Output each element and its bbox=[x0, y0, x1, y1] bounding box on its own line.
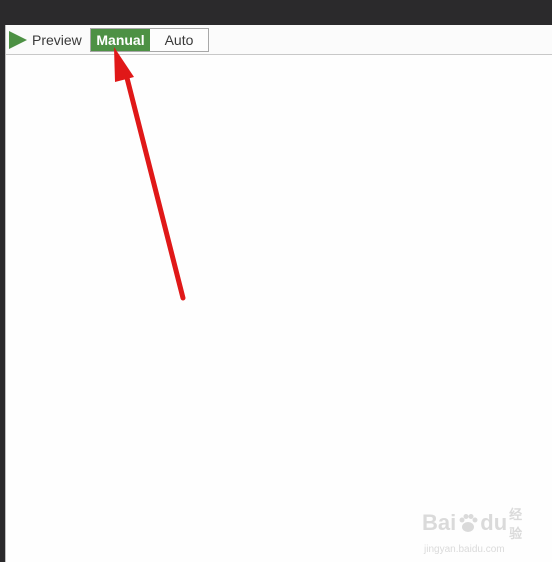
preview-panel: Preview Manual Auto bbox=[5, 25, 552, 562]
paw-icon bbox=[457, 512, 479, 534]
watermark-url: jingyan.baidu.com bbox=[424, 544, 505, 555]
auto-mode-button[interactable]: Auto bbox=[150, 29, 208, 51]
watermark: Bai du 经验 jingyan.baidu.com bbox=[422, 504, 526, 555]
mode-toggle: Manual Auto bbox=[90, 28, 209, 52]
toolbar: Preview Manual Auto bbox=[6, 25, 552, 55]
manual-mode-button[interactable]: Manual bbox=[91, 29, 150, 51]
watermark-brand-suffix: du bbox=[480, 510, 508, 535]
preview-button[interactable]: Preview bbox=[8, 29, 82, 51]
play-icon bbox=[8, 30, 28, 50]
title-bar bbox=[0, 0, 552, 25]
watermark-logo: Bai du 经验 bbox=[422, 504, 526, 542]
watermark-cn: 经验 bbox=[509, 507, 523, 541]
watermark-brand: Bai bbox=[422, 510, 457, 535]
preview-label: Preview bbox=[32, 32, 82, 48]
